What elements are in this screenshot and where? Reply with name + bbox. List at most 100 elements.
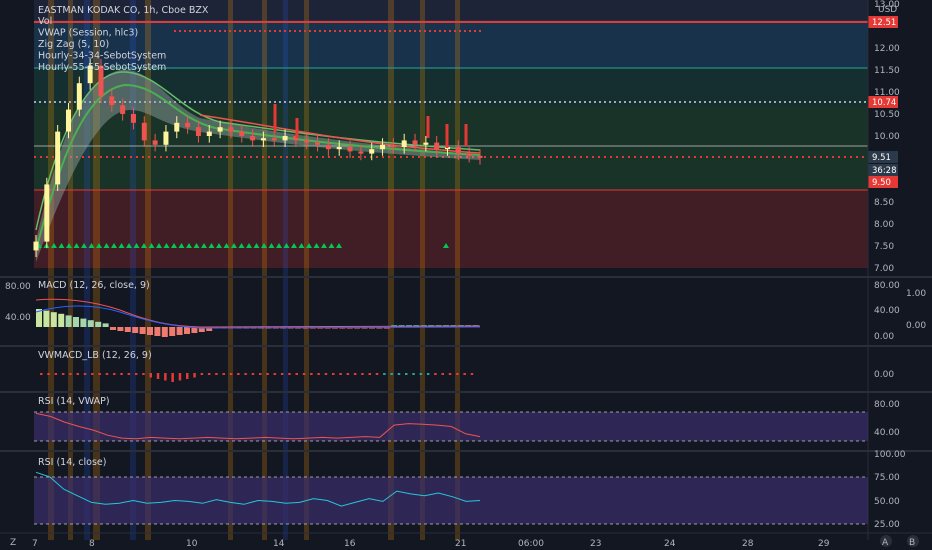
- vwmacd-bar: [448, 373, 452, 375]
- price-axis[interactable]: 13.0012.0011.5011.0010.5010.009.008.508.…: [874, 0, 900, 274]
- macd-bar: [110, 327, 116, 330]
- price-axis-label: 12.00: [874, 44, 900, 54]
- vwmacd-bar: [237, 373, 240, 375]
- signal-bar: [464, 124, 468, 146]
- candle-body: [455, 147, 461, 154]
- vwmacd-bar: [127, 373, 131, 375]
- vwmacd-bar: [105, 373, 109, 375]
- indicator-legend-item[interactable]: Vol: [38, 16, 52, 27]
- zone-red: [34, 190, 868, 268]
- chart-canvas[interactable]: 13.0012.0011.5011.0010.5010.009.008.508.…: [0, 0, 932, 550]
- price-axis-label: 8.50: [874, 198, 894, 208]
- vwmacd-bar: [288, 373, 291, 375]
- candle-body: [271, 138, 277, 141]
- macd-axis-label: 40.00: [874, 306, 900, 316]
- symbol-title[interactable]: EASTMAN KODAK CO, 1h, Cboe BZX: [38, 5, 209, 16]
- price-tag: 10.74: [868, 96, 898, 108]
- vwmacd-bar: [434, 373, 437, 375]
- candle-body: [195, 127, 201, 136]
- macd-axis-label: 80.00: [874, 281, 900, 291]
- time-axis-label: 7: [32, 539, 38, 549]
- vwmacd-bar: [310, 373, 313, 375]
- indicator-legend-item[interactable]: Zig Zag (5, 10): [38, 39, 109, 50]
- vwmacd-bar: [193, 373, 196, 378]
- candle-body: [76, 83, 82, 110]
- svg-text:9.50: 9.50: [872, 178, 891, 188]
- candle-body: [228, 127, 234, 132]
- vwmacd-bar: [441, 373, 444, 375]
- candle-body: [304, 140, 310, 143]
- macd-bar: [132, 327, 139, 333]
- vwmacd-bar: [368, 373, 371, 375]
- vwmacd-bar: [280, 373, 284, 375]
- price-axis-label: 7.00: [874, 264, 894, 274]
- price-axis-label: 8.00: [874, 220, 894, 230]
- macd-bar: [139, 327, 146, 334]
- macd-histogram: [36, 309, 479, 337]
- macd-bar: [184, 327, 190, 334]
- candle-body: [358, 151, 364, 154]
- candle-body: [315, 142, 321, 145]
- vwmacd-bar: [113, 373, 116, 375]
- rsi-close-axis-label: 25.00: [874, 520, 900, 530]
- vwmacd-bar: [207, 373, 211, 375]
- vwmacd-bar: [361, 373, 364, 375]
- settings-button[interactable]: B: [907, 535, 919, 548]
- macd-bar: [176, 327, 183, 335]
- vwmacd-bar: [120, 373, 123, 375]
- macd-bar: [169, 327, 176, 336]
- time-axis-label: 06:00: [518, 539, 544, 549]
- vwmacd-histogram: [40, 373, 474, 382]
- svg-text:A: A: [882, 538, 889, 548]
- indicator-legend-item[interactable]: Hourly-55-55-SebotSystem: [38, 62, 166, 73]
- macd-bar: [73, 317, 79, 327]
- macd-left-axis-label: 80.00: [5, 282, 31, 292]
- candle-body: [336, 147, 342, 150]
- vwmacd-bar: [149, 373, 152, 378]
- candle-body: [152, 140, 158, 145]
- candle-body: [412, 140, 418, 145]
- macd-bar: [147, 327, 153, 335]
- candle-body: [347, 147, 353, 152]
- candle-body: [250, 136, 256, 141]
- price-tag: 9.50: [868, 176, 898, 188]
- indicator-legend-item[interactable]: VWAP (Session, hlc3): [38, 28, 138, 39]
- candle-body: [369, 149, 375, 154]
- currency-label: USD: [878, 5, 897, 15]
- macd-title: MACD (12, 26, close, 9): [38, 280, 150, 291]
- price-axis-label: 7.50: [874, 242, 894, 252]
- vwmacd-bar: [383, 373, 386, 375]
- vwmacd-bar: [200, 373, 204, 375]
- indicator-legend-item[interactable]: Hourly-34-34-SebotSystem: [38, 51, 166, 62]
- macd-line: [35, 298, 481, 328]
- vwmacd-bar: [142, 373, 145, 375]
- rsi-close-title: RSI (14, close): [38, 457, 106, 468]
- vwmacd-bar: [426, 373, 430, 375]
- time-axis-label: 10: [186, 539, 198, 549]
- vwmacd-bar: [40, 373, 43, 375]
- time-axis[interactable]: 7 8 10 14 16 21 06:00 23 24 28 29: [32, 539, 830, 549]
- rsi-vwap-axis-label: 40.00: [874, 428, 900, 438]
- rsi-close-axis-label: 50.00: [874, 497, 900, 507]
- signal-bar: [426, 116, 430, 138]
- rsi-close-axis-label: 75.00: [874, 473, 900, 483]
- vwmacd-bar: [324, 373, 328, 375]
- vwmacd-bar: [54, 373, 58, 375]
- rsi-vwap-axis-label: 80.00: [874, 400, 900, 410]
- candle-body: [44, 184, 50, 242]
- vwmacd-bar: [346, 373, 350, 375]
- vwmacd-bar: [390, 373, 393, 375]
- macd-bar: [95, 321, 102, 327]
- rsi-vwap-axis: 80.00 40.00: [874, 400, 900, 438]
- time-axis-label: 14: [273, 539, 285, 549]
- time-axis-label: 16: [344, 539, 356, 549]
- zoom-reset-button[interactable]: Z: [10, 538, 16, 548]
- macd-axis2-label: 1.00: [906, 289, 926, 299]
- time-axis-label: 24: [664, 539, 676, 549]
- vwmacd-bar: [295, 373, 298, 375]
- macd-axis: 80.00 40.00 0.00 1.00 0.00: [874, 281, 926, 342]
- vwmacd-bar: [353, 373, 357, 375]
- vwmacd-bar: [397, 373, 401, 375]
- auto-scale-button[interactable]: A: [880, 535, 892, 548]
- vwmacd-bar: [229, 373, 233, 375]
